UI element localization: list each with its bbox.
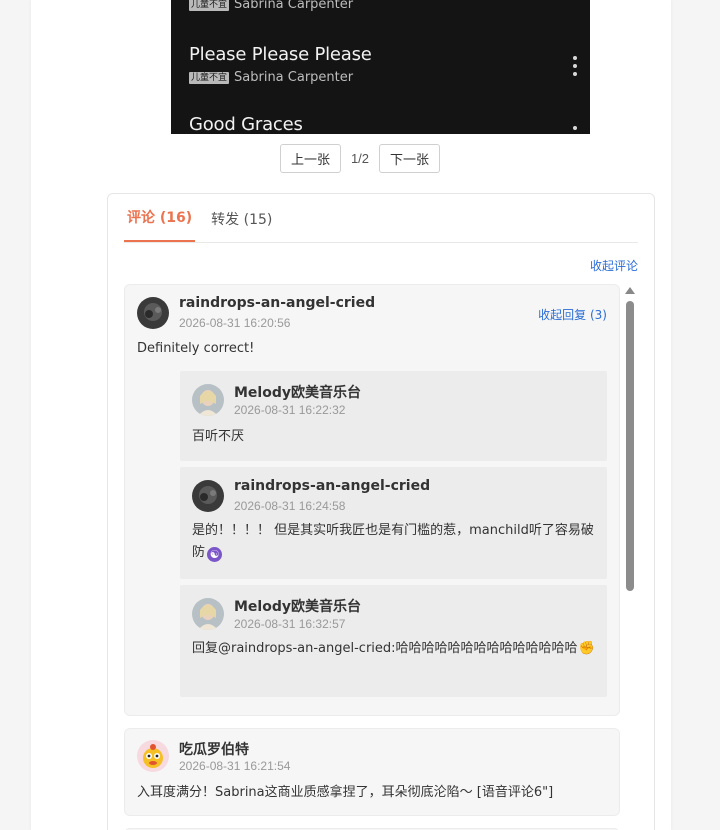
more-dots-icon (572, 0, 578, 2)
prev-image-button[interactable]: 上一张 (279, 144, 341, 173)
comment-item: 吃瓜罗伯特 2026-08-31 16:21:54 入耳度满分！Sabrina这… (124, 728, 620, 816)
comment-list: raindrops-an-angel-cried 2026-08-31 16:2… (124, 284, 620, 830)
reply-text-body: 回复@raindrops-an-angel-cried:哈哈哈哈哈哈哈哈哈哈哈哈… (192, 641, 578, 656)
reply-text: 回复@raindrops-an-angel-cried:哈哈哈哈哈哈哈哈哈哈哈哈… (192, 638, 597, 660)
reply-text: 是的！！！！ 但是其实听我匠也是有门槛的惹，manchild听了容易破防 ☯ (192, 520, 597, 564)
comment-text: Definitely correct! (137, 341, 255, 356)
explicit-tag: 儿童不宜 (189, 71, 230, 84)
avatar[interactable] (137, 297, 169, 329)
yin-yang-emoji-icon: ☯ (207, 547, 223, 562)
next-image-button[interactable]: 下一张 (379, 144, 441, 173)
avatar[interactable] (192, 598, 224, 630)
comment-text: 入耳度满分！Sabrina这商业质感拿捏了，耳朵彻底沦陷～ [语音评论6"] (137, 785, 554, 800)
page-count: 1/2 (350, 151, 370, 166)
tab-reposts[interactable]: 转发 (15) (211, 209, 272, 242)
reply-text: 百听不厌 (192, 429, 245, 444)
scrollbar-thumb[interactable] (626, 301, 634, 591)
music-playlist-image[interactable]: 儿童不宜 Sabrina Carpenter Please Please Ple… (171, 0, 590, 134)
image-pager: 上一张 1/2 下一张 (0, 144, 720, 173)
reply-text-body: 是的！！！！ 但是其实听我匠也是有门槛的惹，manchild听了容易破防 (192, 523, 594, 560)
song-title: Good Graces (189, 114, 303, 134)
song-row: 儿童不宜 Sabrina Carpenter (189, 0, 584, 12)
comment-tabs: 评论 (16) 转发 (15) (124, 194, 638, 243)
comment-time: 2026-08-31 16:20:56 (179, 316, 291, 330)
comment-item: raindrops-an-angel-cried 2026-08-31 16:2… (124, 284, 620, 716)
collapse-comments-link[interactable]: 收起评论 (590, 257, 638, 274)
song-title: Please Please Please (189, 44, 372, 65)
explicit-tag: 儿童不宜 (189, 0, 230, 11)
more-dots-icon (572, 126, 578, 134)
comment-time: 2026-08-31 16:21:54 (179, 759, 291, 773)
reply-item: Melody欧美音乐台 2026-08-31 16:32:57 回复@raind… (180, 585, 607, 697)
collapse-replies-link[interactable]: 收起回复 (3) (538, 306, 607, 323)
avatar[interactable] (137, 740, 169, 772)
song-artist: Sabrina Carpenter (234, 70, 354, 85)
comment-scrollbar[interactable] (625, 287, 635, 717)
tab-comments[interactable]: 评论 (16) (124, 207, 196, 242)
reply-username[interactable]: Melody欧美音乐台 (234, 382, 361, 402)
avatar[interactable] (192, 384, 224, 416)
scroll-up-arrow-icon[interactable] (625, 287, 635, 294)
reply-time: 2026-08-31 16:24:58 (234, 499, 346, 513)
more-dots-icon (572, 56, 578, 80)
song-artist: Sabrina Carpenter (234, 0, 354, 12)
reply-time: 2026-08-31 16:22:32 (234, 403, 346, 417)
comments-panel: 评论 (16) 转发 (15) 收起评论 raindrops-an-angel-… (107, 193, 655, 830)
reply-time: 2026-08-31 16:32:57 (234, 617, 346, 631)
avatar[interactable] (192, 480, 224, 512)
reply-item: Melody欧美音乐台 2026-08-31 16:22:32 百听不厌 (180, 371, 607, 461)
comment-username[interactable]: 吃瓜罗伯特 (179, 739, 249, 759)
song-row: Please Please Please 儿童不宜 Sabrina Carpen… (189, 44, 584, 85)
comment-username[interactable]: raindrops-an-angel-cried (179, 295, 375, 311)
reply-item: raindrops-an-angel-cried 2026-08-31 16:2… (180, 467, 607, 579)
reply-username[interactable]: raindrops-an-angel-cried (234, 478, 430, 494)
song-row: Good Graces (189, 114, 584, 134)
fist-emoji-icon: ✊ (578, 641, 595, 656)
reply-username[interactable]: Melody欧美音乐台 (234, 596, 361, 616)
